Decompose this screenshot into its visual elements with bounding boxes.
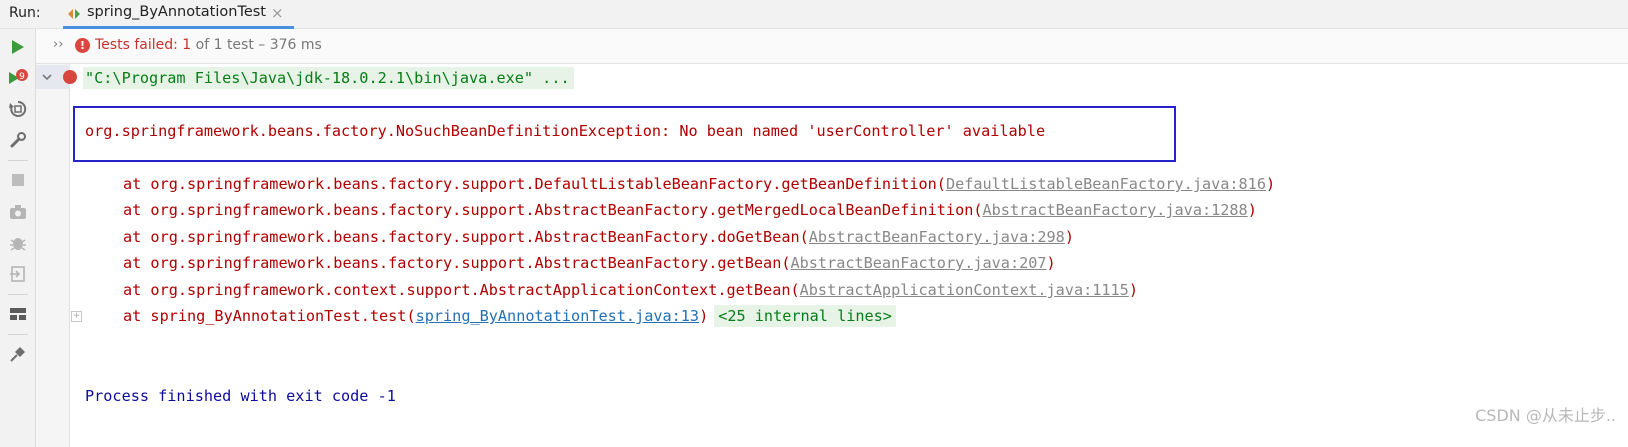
run-tab-title: spring_ByAnnotationTest [87,4,266,20]
stack-frame: at org.springframework.context.support.A… [123,281,1138,299]
failed-count-badge: 9 [19,72,25,82]
test-tree-panel [36,29,77,447]
settings-button[interactable] [7,129,29,151]
wrench-icon [10,132,26,148]
stop-button[interactable] [7,169,29,191]
command-line[interactable]: "C:\Program Files\Java\jdk-18.0.2.1\bin\… [83,67,574,89]
expand-icon[interactable]: ›› [53,37,63,52]
toolbar-separator [8,334,28,335]
source-link[interactable]: AbstractApplicationContext.java:1115 [800,281,1129,299]
close-icon[interactable]: × [271,4,284,22]
pin-button[interactable] [7,343,29,365]
source-link[interactable]: AbstractBeanFactory.java:207 [791,254,1047,272]
tests-summary-text: of 1 test – 376 ms [191,37,322,53]
rerun-icon [12,40,24,54]
run-tab[interactable]: spring_ByAnnotationTest × [63,0,294,29]
rerun-button[interactable] [7,36,29,58]
fold-expand-icon[interactable]: + [71,311,82,322]
error-icon: ! [75,38,90,53]
internal-lines-fold[interactable]: <25 internal lines> [714,305,896,327]
stack-frame: at org.springframework.beans.factory.sup… [123,228,1074,246]
screenshot-button[interactable] [7,201,29,223]
stack-frame-user: at spring_ByAnnotationTest.test(spring_B… [123,305,896,327]
test-status-bar: ›› ! Tests failed: 1 of 1 test – 376 ms [36,29,1628,64]
tests-failed-text: Tests failed: 1 [95,37,192,53]
stack-frame: at org.springframework.beans.factory.sup… [123,175,1276,193]
test-run-icon [68,9,80,19]
layout-icon [10,308,26,320]
process-finished-message: Process finished with exit code -1 [85,387,396,405]
pin-icon [10,347,25,362]
source-link[interactable]: AbstractBeanFactory.java:1288 [983,201,1248,219]
toolbar-separator [8,294,28,295]
exception-message: org.springframework.beans.factory.NoSuch… [85,122,1046,140]
source-link[interactable]: spring_ByAnnotationTest.java:13 [416,307,699,325]
run-toolbar: Run: spring_ByAnnotationTest × [0,0,1628,29]
chevron-down-icon[interactable] [41,71,53,83]
stack-frame: at org.springframework.beans.factory.sup… [123,254,1056,272]
console-output[interactable]: "C:\Program Files\Java\jdk-18.0.2.1\bin\… [71,64,1628,447]
watermark: CSDN @从未止步.. [1475,406,1616,425]
stop-icon [12,174,24,186]
run-side-toolbar: 9 [0,29,36,447]
bug-icon [10,238,26,251]
stack-frame: at org.springframework.beans.factory.sup… [123,201,1257,219]
test-status-text: Tests failed: 1 of 1 test – 376 ms [95,37,322,53]
toggle-auto-test-button[interactable] [7,98,29,120]
exit-icon [10,266,25,282]
run-label: Run: [9,5,41,21]
rerun-failed-icon: 9 [9,69,28,84]
layout-button[interactable] [7,303,29,325]
toggle-auto-test-icon [9,100,27,117]
exit-button[interactable] [7,263,29,285]
test-tree-row[interactable] [36,65,77,89]
camera-icon [10,205,26,219]
toolbar-separator [8,160,28,161]
debug-button[interactable] [7,232,29,254]
source-link[interactable]: AbstractBeanFactory.java:298 [809,228,1065,246]
source-link[interactable]: DefaultListableBeanFactory.java:816 [946,175,1266,193]
rerun-failed-button[interactable]: 9 [7,67,29,89]
